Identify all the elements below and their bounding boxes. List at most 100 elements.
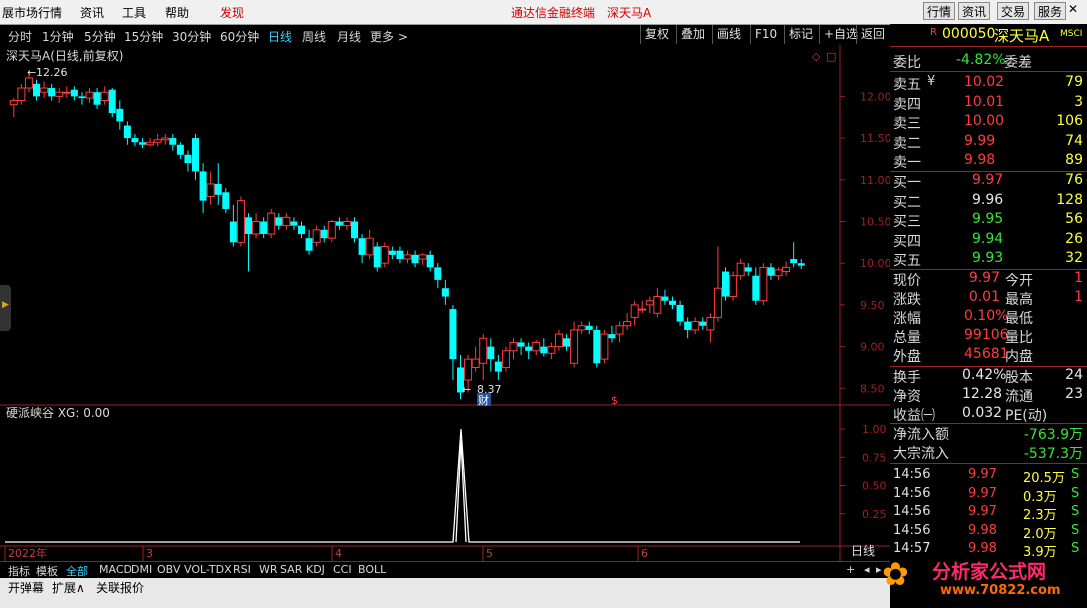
x-tick-label: 3 xyxy=(146,547,153,560)
kline-chart[interactable]: 深天马A(日线,前复权) ◇ □ 12.00 11.50 11.00 10.50 10.… xyxy=(0,45,890,561)
period-weekly[interactable]: 周线 xyxy=(302,28,326,45)
back-button[interactable]: 返回 xyxy=(856,25,889,44)
candle-body xyxy=(699,321,707,326)
tick-time: 14:56 xyxy=(893,504,931,519)
f10-button[interactable]: F10 xyxy=(750,25,781,44)
s-marker[interactable]: $ xyxy=(611,394,618,407)
candle-body xyxy=(464,358,473,381)
service-button[interactable]: 服务 xyxy=(1034,2,1067,20)
candle-body xyxy=(176,144,184,155)
tab-boll[interactable]: BOLL xyxy=(358,563,386,576)
divider xyxy=(890,463,1087,464)
mark-button[interactable]: 标记 xyxy=(784,25,817,44)
scroll-left-icon[interactable]: ◂ xyxy=(864,563,870,576)
stat-label: 现价 xyxy=(893,273,921,289)
tab-macd[interactable]: MACD xyxy=(99,563,132,576)
tab-kdj[interactable]: KDJ xyxy=(306,563,325,576)
y-tick-label: 11.50 xyxy=(860,132,890,145)
candle-body xyxy=(669,300,677,305)
diamond-icon[interactable]: ◇ xyxy=(812,50,821,63)
candle-body xyxy=(327,220,336,239)
candle-body xyxy=(676,304,684,322)
flow-label: 净流入额 xyxy=(893,427,949,443)
bid-volume: 56 xyxy=(1065,211,1083,227)
bid-volume: 76 xyxy=(1065,172,1083,188)
tab-cci[interactable]: CCI xyxy=(333,563,352,576)
fuquan-button[interactable]: 复权 xyxy=(640,25,673,44)
expand-button[interactable]: 扩展∧ xyxy=(52,579,85,596)
stat-value: 0.42% xyxy=(962,367,1007,383)
menu-help[interactable]: 帮助 xyxy=(165,4,189,21)
add-icon[interactable]: + xyxy=(846,563,855,576)
period-60min[interactable]: 60分钟 xyxy=(220,28,259,45)
close-icon[interactable]: ✕ xyxy=(1068,2,1078,16)
candle-body xyxy=(298,225,306,234)
candle-body xyxy=(169,138,177,145)
period-more[interactable]: 更多 > xyxy=(370,28,408,45)
related-quote-button[interactable]: 关联报价 xyxy=(96,579,144,596)
ask-price: 9.98 xyxy=(964,152,996,168)
tick-time: 14:56 xyxy=(893,522,931,538)
square-icon[interactable]: □ xyxy=(826,50,836,63)
menu-news[interactable]: 资讯 xyxy=(80,4,104,21)
bid-label: 买三 xyxy=(893,214,921,230)
top-menu-bar: 展市场行情 资讯 工具 帮助 发现 通达信金融终端 深天马A 行情 资讯 交易 … xyxy=(0,0,1087,25)
period-5min[interactable]: 5分钟 xyxy=(84,28,116,45)
draw-button[interactable]: 画线 xyxy=(712,25,745,44)
candle-body xyxy=(161,137,170,141)
period-monthly[interactable]: 月线 xyxy=(337,28,361,45)
candle-body xyxy=(471,358,480,368)
menu-discover[interactable]: 发现 xyxy=(220,4,244,21)
candle-body xyxy=(722,271,730,297)
arrow-right-icon: ▶ xyxy=(2,300,9,310)
ask-label: 卖四 xyxy=(893,96,921,113)
tab-wr[interactable]: WR xyxy=(259,563,278,576)
candle-body xyxy=(630,304,639,318)
y-tick-label: 9.00 xyxy=(860,341,885,354)
tab-sar[interactable]: SAR xyxy=(280,563,302,576)
period-daily[interactable]: 日线 xyxy=(268,28,292,45)
stat-value: 12.28 xyxy=(962,386,1003,402)
stock-name: 深天马A xyxy=(994,27,1050,45)
trade-button[interactable]: 交易 xyxy=(997,2,1030,20)
menu-tools[interactable]: 工具 xyxy=(122,4,146,21)
tab-vol-tdx[interactable]: VOL-TDX xyxy=(184,563,232,576)
tab-indicator[interactable]: 指标 xyxy=(8,563,30,579)
quote-button[interactable]: 行情 xyxy=(923,2,956,20)
candle-body xyxy=(320,229,328,239)
weicha-label: 委差 xyxy=(1004,55,1032,71)
period-fenshi[interactable]: 分时 xyxy=(8,28,32,45)
tab-template[interactable]: 模板 xyxy=(36,563,58,579)
candle-body xyxy=(305,238,313,251)
tab-rsi[interactable]: RSI xyxy=(233,563,251,576)
period-15min[interactable]: 15分钟 xyxy=(124,28,163,45)
finance-marker[interactable]: 财 xyxy=(478,393,489,407)
ask-volume: 106 xyxy=(1056,113,1083,129)
candle-body xyxy=(108,89,116,114)
candle-body xyxy=(713,287,722,318)
candle-body xyxy=(380,246,389,264)
candle-body xyxy=(342,220,351,227)
y-tick-label: 12.00 xyxy=(860,90,890,103)
candle-body xyxy=(744,267,752,272)
period-1min[interactable]: 1分钟 xyxy=(42,28,74,45)
watermark-text: 分析家公式网 xyxy=(932,561,1047,583)
tab-dmi[interactable]: DMI xyxy=(131,563,152,576)
tab-obv[interactable]: OBV xyxy=(157,563,180,576)
candle-body xyxy=(736,262,745,277)
candle-body xyxy=(752,275,760,301)
menu-market[interactable]: 展市场行情 xyxy=(2,4,62,21)
candle-body xyxy=(100,91,109,102)
danmu-button[interactable]: 开弹幕 xyxy=(8,579,44,596)
stat-label: 净资 xyxy=(893,389,921,405)
side-collapse-handle[interactable]: ▶ xyxy=(0,285,11,331)
x-tick-label: 6 xyxy=(641,547,648,560)
bid-volume: 128 xyxy=(1056,191,1083,208)
info-button[interactable]: 资讯 xyxy=(958,2,991,20)
ask-label: 卖二 xyxy=(893,135,921,152)
period-30min[interactable]: 30分钟 xyxy=(172,28,211,45)
bid-price: 9.97 xyxy=(972,172,1004,188)
overlay-button[interactable]: 叠加 xyxy=(676,25,709,44)
ask-price: 9.99 xyxy=(964,132,996,149)
tab-all[interactable]: 全部 xyxy=(66,563,88,579)
